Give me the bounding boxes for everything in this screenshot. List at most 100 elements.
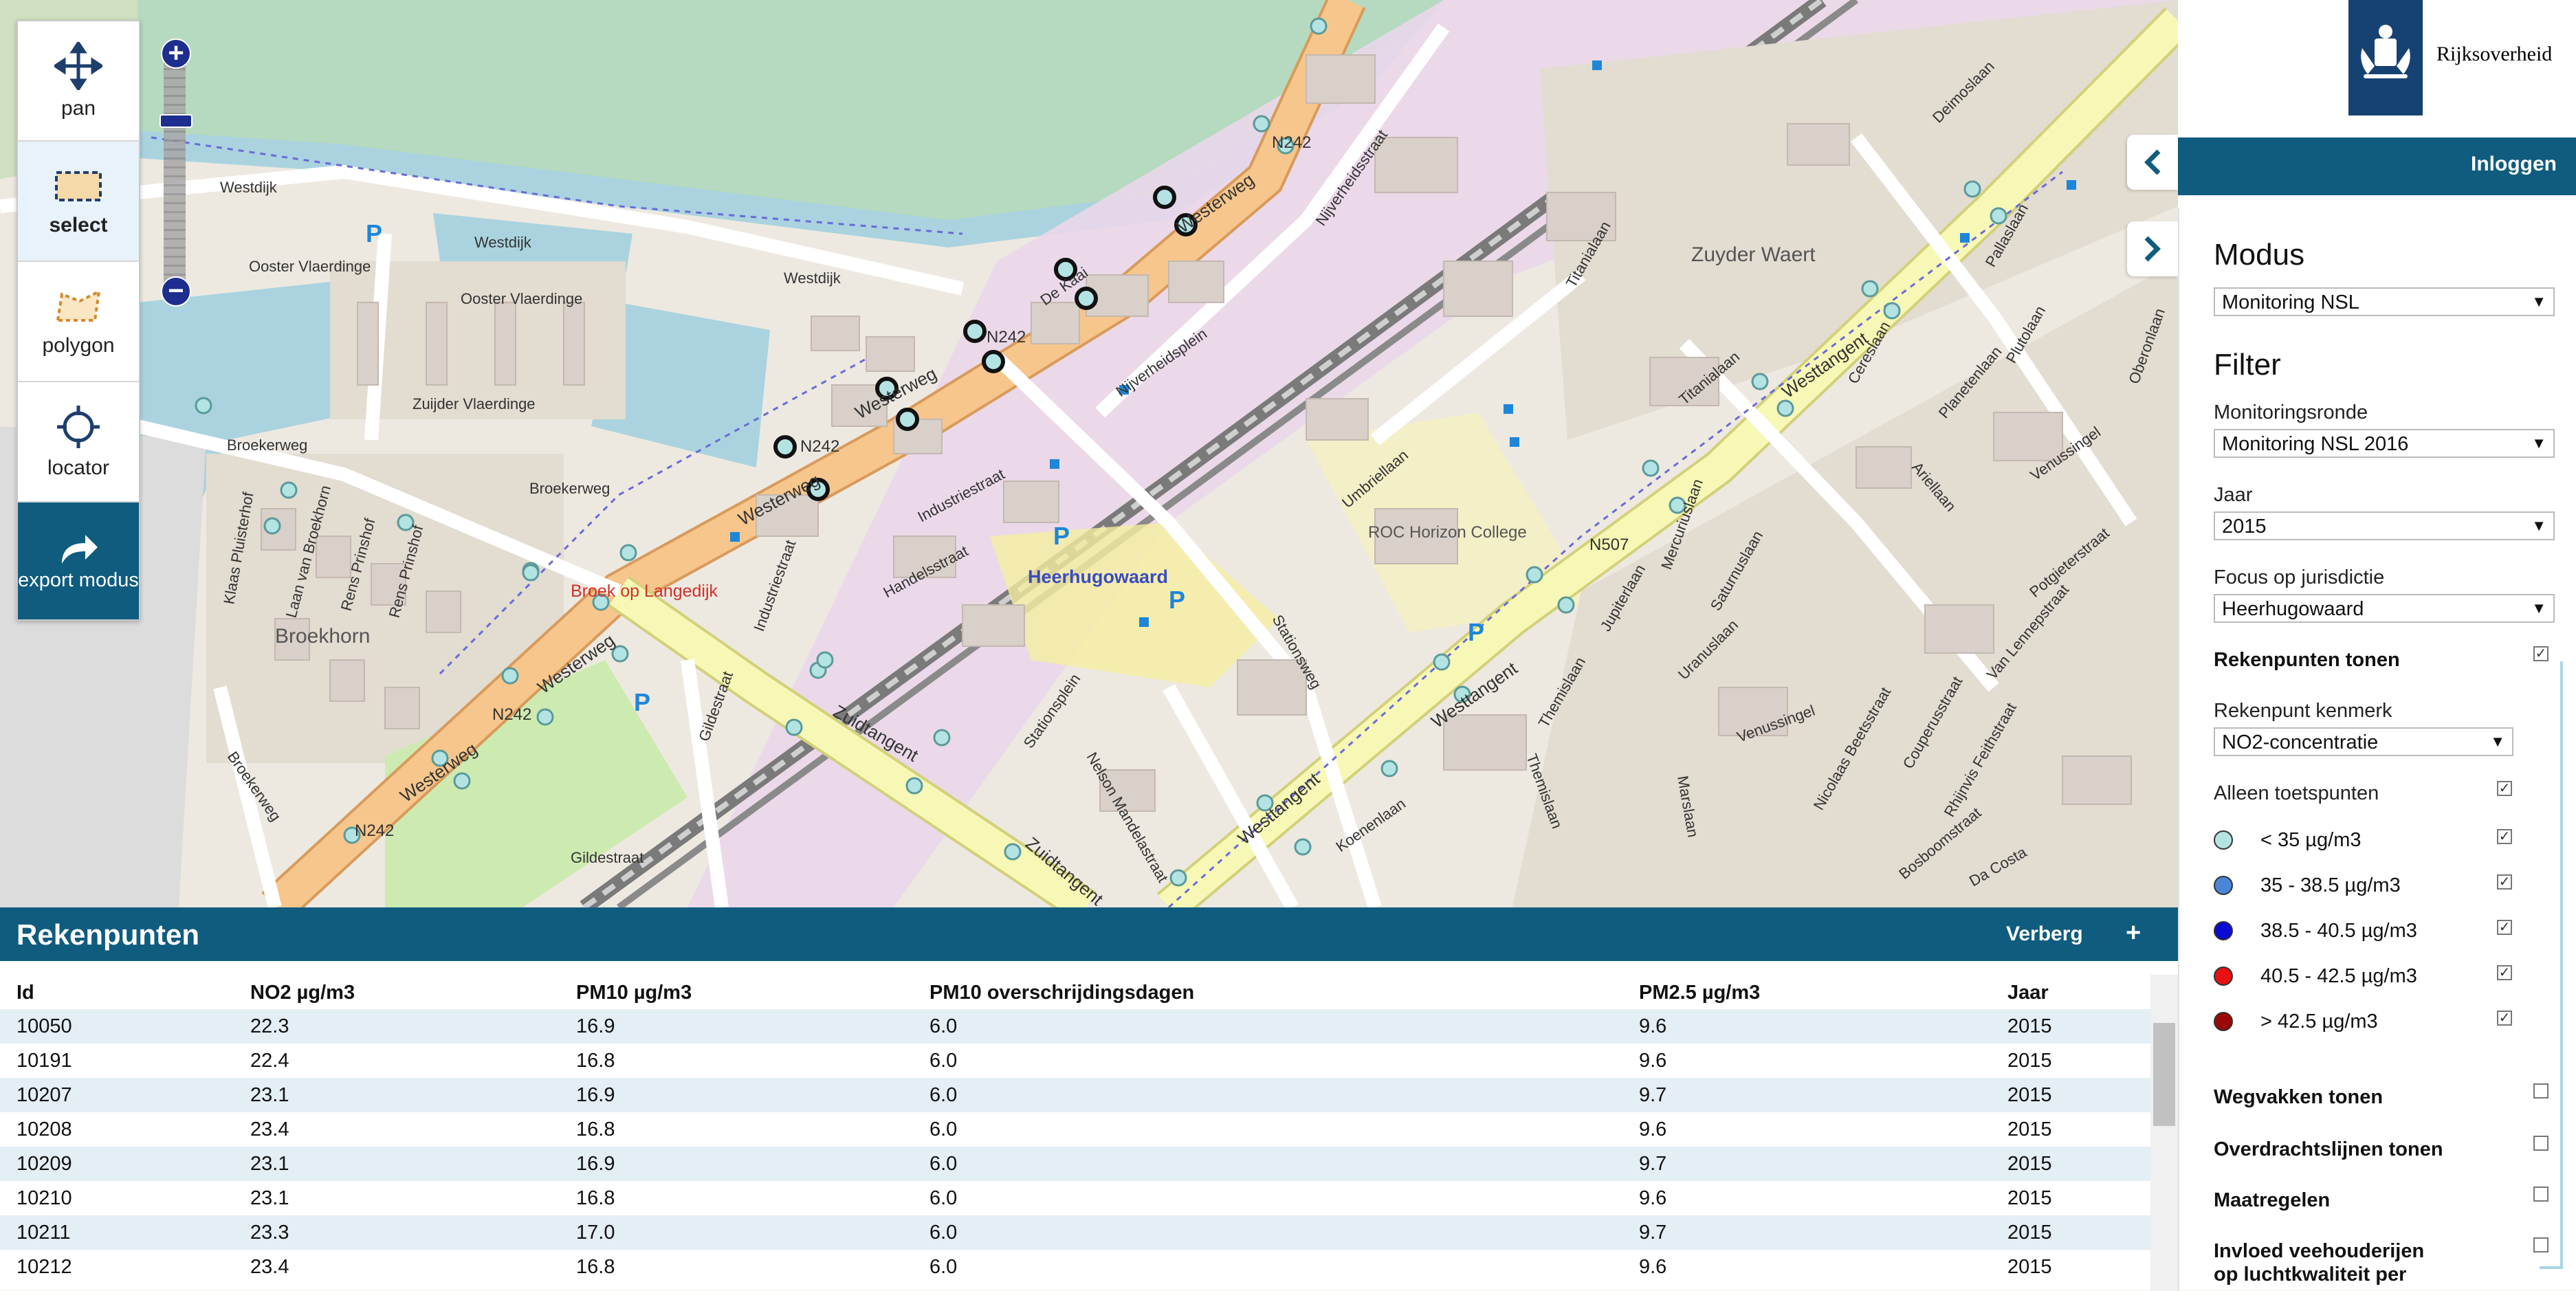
invloed-label-line2: op luchtkwaliteit per <box>2214 1264 2407 1286</box>
logo-name: Rijksoverheid <box>2436 43 2553 65</box>
map-label: Broek op Langedijk <box>571 582 718 601</box>
monitoringsronde-select[interactable]: Monitoring NSL 2016 <box>2214 429 2555 458</box>
side-panel: Rijksoverheid Inloggen Modus Monitoring … <box>2127 0 2576 1290</box>
map-label: N242 <box>1272 133 1311 152</box>
map-view[interactable]: Westdijk Westdijk Westdijk Ooster Vlaerd… <box>0 0 2178 907</box>
pan-icon <box>54 41 102 90</box>
legend-checkbox[interactable]: ✓ <box>2497 1011 2512 1026</box>
invloed-checkbox[interactable] <box>2533 1237 2549 1253</box>
table-row[interactable]: 10191 22.4 16.8 6.0 9.6 2015 <box>0 1044 2150 1078</box>
alleen-toetspunten-checkbox[interactable]: ✓ <box>2497 781 2512 796</box>
legend-checkbox[interactable]: ✓ <box>2497 920 2512 935</box>
zoom-in-button[interactable]: + <box>161 38 191 69</box>
legend-label: 40.5 - 42.5 µg/m3 <box>2260 965 2417 987</box>
rekenpunten-tonen-checkbox[interactable]: ✓ <box>2533 646 2549 661</box>
maatregelen-label: Maatregelen <box>2214 1189 2331 1211</box>
select-tool[interactable]: select <box>18 142 139 262</box>
map-label: N507 <box>1589 536 1629 554</box>
focus-select[interactable]: Heerhugowaard <box>2214 594 2555 623</box>
map-label: Broekhorn <box>275 625 370 648</box>
pan-tool[interactable]: pan <box>18 21 139 142</box>
wegvakken-checkbox[interactable] <box>2533 1083 2549 1099</box>
legend-dot <box>2214 876 2233 895</box>
table-cell: 6.0 <box>929 1049 958 1072</box>
table-cell: 2015 <box>1991 1215 2150 1250</box>
table-cell: 2015 <box>2007 1187 2052 1209</box>
table-row[interactable]: 10210 23.1 16.8 6.0 9.6 2015 <box>0 1181 2150 1215</box>
table-cell: 6.0 <box>913 1147 1622 1181</box>
table-row[interactable]: 10209 23.1 16.9 6.0 9.7 2015 <box>0 1147 2150 1181</box>
pan-label: pan <box>60 96 96 120</box>
column-header[interactable]: PM10 overschrijdingsdagen <box>913 976 1622 1009</box>
table-header-row: Id NO2 µg/m3 PM10 µg/m3 PM10 overschrijd… <box>0 976 2150 1009</box>
scrollbar-thumb[interactable] <box>2153 1023 2175 1126</box>
rekenpunten-tonen-label: Rekenpunten tonen <box>2214 649 2400 671</box>
map-label: N242 <box>492 705 531 724</box>
map-label: N242 <box>355 821 394 840</box>
table-row[interactable]: 10207 23.1 16.9 6.0 9.7 2015 <box>0 1078 2150 1112</box>
maatregelen-checkbox[interactable] <box>2533 1187 2549 1202</box>
zoom-out-button[interactable]: − <box>161 276 191 307</box>
table-cell: 9.7 <box>1622 1147 1991 1181</box>
legend-dot <box>2214 1012 2233 1031</box>
modus-select[interactable]: Monitoring NSL <box>2214 287 2555 316</box>
table-cell: 9.6 <box>1639 1255 1667 1278</box>
column-header[interactable]: PM10 µg/m3 <box>560 976 913 1009</box>
table-cell: 2015 <box>2007 1118 2052 1140</box>
column-header[interactable]: Id <box>0 976 234 1009</box>
zoom-slider[interactable]: + − <box>159 38 192 307</box>
login-bar: Inloggen <box>2178 137 2576 195</box>
export-mode-button[interactable]: export modus <box>18 503 139 619</box>
modus-heading: Modus <box>2214 238 2305 272</box>
hide-button[interactable]: Verberg <box>2006 923 2083 946</box>
table-row[interactable]: 10050 22.3 16.9 6.0 9.6 2015 <box>0 1009 2150 1044</box>
overdracht-checkbox[interactable] <box>2533 1136 2549 1151</box>
results-panel: Rekenpunten Verberg + Id NO2 µg/m3 PM10 … <box>0 907 2178 1291</box>
jaar-select[interactable]: 2015 <box>2214 511 2555 540</box>
chevron-right-icon <box>2144 236 2161 262</box>
legend-checkbox[interactable]: ✓ <box>2497 965 2512 980</box>
rijksoverheid-logo: Rijksoverheid <box>2348 0 2568 115</box>
locator-tool[interactable]: locator <box>18 382 139 503</box>
map-canvas[interactable]: Westdijk Westdijk Westdijk Ooster Vlaerd… <box>0 0 2178 907</box>
table-cell: 22.3 <box>234 1009 560 1044</box>
map-label: Broekerweg <box>227 437 307 454</box>
map-label: N242 <box>987 328 1026 346</box>
table-row[interactable]: 10212 23.4 16.8 6.0 9.6 2015 <box>0 1250 2150 1284</box>
table-scrollbar[interactable] <box>2150 975 2178 1291</box>
kenmerk-label: Rekenpunt kenmerk <box>2214 700 2392 722</box>
legend-checkbox[interactable]: ✓ <box>2497 829 2512 844</box>
wegvakken-label: Wegvakken tonen <box>2214 1086 2384 1108</box>
table-cell: 10207 <box>0 1078 234 1112</box>
column-header[interactable]: PM2.5 µg/m3 <box>1622 976 1991 1009</box>
share-arrow-icon <box>62 534 98 564</box>
zoom-track[interactable] <box>164 52 186 290</box>
table-cell: 2015 <box>1991 1147 2150 1181</box>
zoom-handle[interactable] <box>159 114 192 128</box>
kenmerk-select[interactable]: NO2-concentratie <box>2214 727 2513 756</box>
select-label: select <box>49 213 108 236</box>
polygon-tool[interactable]: polygon <box>18 262 139 382</box>
locator-label: locator <box>47 456 110 479</box>
expand-panel-button[interactable] <box>2127 221 2178 276</box>
select-rectangle-icon <box>55 170 102 201</box>
table-cell: 9.6 <box>1639 1049 1667 1072</box>
column-header[interactable]: NO2 µg/m3 <box>234 976 560 1009</box>
legend-label: < 35 µg/m3 <box>2260 829 2362 851</box>
chevron-left-icon <box>2144 149 2161 175</box>
table-cell: 10050 <box>0 1009 234 1044</box>
table-cell: 10191 <box>16 1049 72 1072</box>
expand-button[interactable]: + <box>2126 918 2141 948</box>
collapse-panel-button[interactable] <box>2127 135 2178 190</box>
table-cell: 16.9 <box>560 1147 913 1181</box>
table-row[interactable]: 10211 23.3 17.0 6.0 9.7 2015 <box>0 1215 2150 1250</box>
column-header[interactable]: Jaar <box>1991 976 2150 1009</box>
table-cell: 23.4 <box>250 1255 289 1278</box>
login-link[interactable]: Inloggen <box>2471 153 2557 176</box>
parking-icon: P <box>1053 522 1070 550</box>
legend-checkbox[interactable]: ✓ <box>2497 874 2512 890</box>
map-label: Westdijk <box>474 234 532 251</box>
map-label: Westdijk <box>784 269 841 287</box>
map-label: Zuyder Waert <box>1691 243 1816 266</box>
table-row[interactable]: 10208 23.4 16.8 6.0 9.6 2015 <box>0 1112 2150 1147</box>
